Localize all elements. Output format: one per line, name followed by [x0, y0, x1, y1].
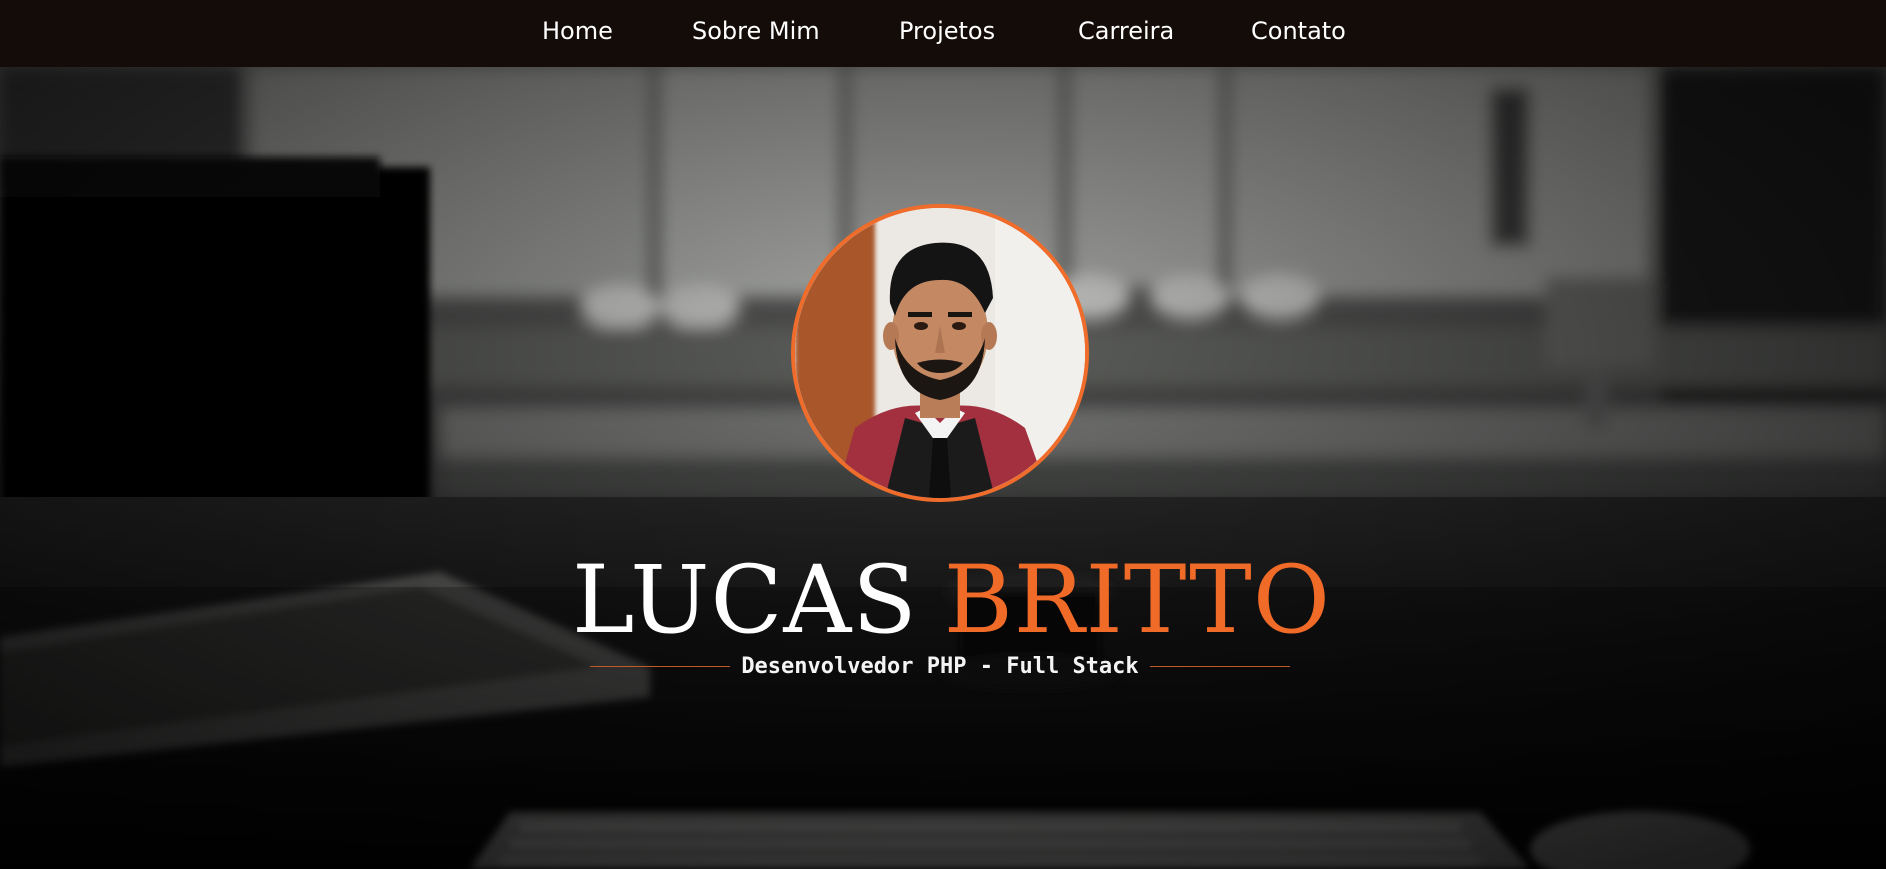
nav-link-projetos[interactable]: Projetos: [899, 0, 995, 67]
nav-link-contato[interactable]: Contato: [1251, 0, 1346, 67]
profile-avatar: [791, 204, 1089, 502]
top-navbar: Home Sobre Mim Projetos Carreira Contato: [0, 0, 1886, 67]
hero-subtitle: Desenvolvedor PHP - Full Stack: [741, 654, 1139, 679]
nav-link-carreira[interactable]: Carreira: [1078, 0, 1174, 67]
profile-photo-icon: [795, 208, 1085, 498]
nav-link-sobre-mim[interactable]: Sobre Mim: [692, 0, 820, 67]
subtitle-divider-right: [1150, 666, 1290, 667]
hero-first-name: LUCAS: [572, 546, 918, 655]
hero-subtitle-row: Desenvolvedor PHP - Full Stack: [590, 650, 1290, 684]
hero-name: LUCAS BRITTO: [572, 546, 1330, 656]
nav-menu: Home Sobre Mim Projetos Carreira Contato: [0, 0, 1886, 67]
nav-link-home[interactable]: Home: [542, 0, 613, 67]
hero-last-name: BRITTO: [943, 546, 1331, 655]
